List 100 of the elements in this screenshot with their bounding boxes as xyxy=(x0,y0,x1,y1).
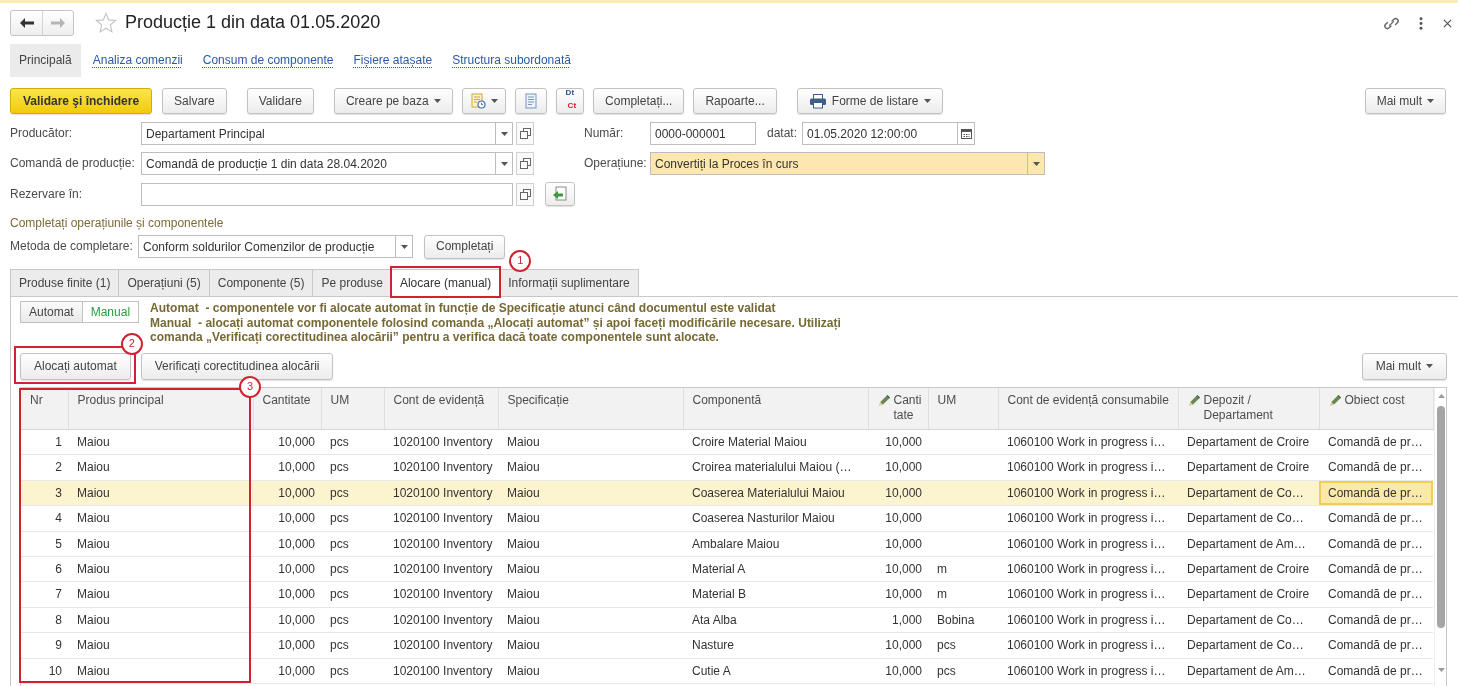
caret-icon xyxy=(1426,364,1433,368)
open-button[interactable] xyxy=(516,122,534,145)
table-cell: 1020100 Inventory xyxy=(384,658,498,684)
menu-button[interactable] xyxy=(461,88,506,114)
table-cell: pcs xyxy=(321,531,384,557)
dropdown-button[interactable] xyxy=(495,122,513,145)
tab[interactable]: Componente (5) xyxy=(208,269,314,297)
open-button[interactable] xyxy=(516,182,534,206)
more-button[interactable]: Mai mult xyxy=(1361,352,1447,380)
scroll-up-icon[interactable] xyxy=(1437,393,1445,398)
input-field[interactable] xyxy=(141,182,513,206)
column-header[interactable]: Cantitate xyxy=(253,387,321,430)
table-row[interactable]: 1 Maiou 10,000 pcs 1020100 Inventory Maiou Croire Material Maiou 10,000 1060100 Work in progress i… Departament de Croire Comandă de pr… xyxy=(21,429,1433,455)
column-header[interactable]: Depozit / Departament xyxy=(1178,387,1319,430)
table-row[interactable]: 8 Maiou 10,000 pcs 1020100 Inventory Maiou Ata Alba 1,000 Bobina 1060100 Work in progress i… Departament de Co… Comandă de pr… xyxy=(21,607,1433,633)
caret-icon xyxy=(500,161,508,166)
toggle-option[interactable]: Automat xyxy=(20,301,83,323)
table-cell: Maiou xyxy=(498,607,683,633)
table-row[interactable]: 10 Maiou 10,000 pcs 1020100 Inventory Maiou Cutie A 10,000 pcs 1060100 Work in progress i… Departament de Am… Comandă de pr… xyxy=(21,658,1433,684)
section-link[interactable]: Fișiere atașate xyxy=(353,44,433,77)
tab[interactable]: Pe produse xyxy=(312,269,392,297)
table-cell: 10,000 xyxy=(253,454,321,481)
table-row[interactable]: 7 Maiou 10,000 pcs 1020100 Inventory Maiou Material B 10,000 m 1060100 Work in progress i… Departament de Croire Comandă de pr… xyxy=(21,581,1433,608)
link-icon[interactable] xyxy=(1384,15,1399,31)
print-menu-button[interactable]: Forme de listare xyxy=(796,88,943,114)
column-header[interactable]: UM xyxy=(321,387,384,430)
column-header[interactable]: Cantitate xyxy=(868,387,928,430)
open-button[interactable] xyxy=(516,152,534,175)
printer-icon xyxy=(808,93,827,109)
table-cell: pcs xyxy=(321,607,384,633)
table-cell: Departament de Croire xyxy=(1178,454,1319,481)
toolbar-button[interactable]: Salvare xyxy=(162,88,227,114)
table-cell: 1060100 Work in progress i… xyxy=(998,454,1178,481)
hint-text: Manual - alocați automat componentele folosind comanda „Alocați automat” și apoi faceți modificările necesare. Utilizați comanda „Verificați corectitudinea alocării” pentru a verifica dacă toate componentele sunt alocate. xyxy=(150,315,842,345)
select-field[interactable]: Comandă de producție 1 din data 28.04.2020 xyxy=(141,152,495,175)
section-link[interactable]: Consum de componente xyxy=(202,44,334,77)
table-cell: 1060100 Work in progress i… xyxy=(998,658,1178,684)
section-link[interactable]: Analiza comenzii xyxy=(92,44,183,77)
table-cell: 10,000 xyxy=(868,454,928,481)
menu-button[interactable]: Creare pe baza xyxy=(333,88,453,114)
left-arrow-icon xyxy=(19,18,34,28)
calendar-button[interactable] xyxy=(957,122,975,145)
section-link[interactable]: Structura subordonată xyxy=(452,44,571,77)
table-row[interactable]: 6 Maiou 10,000 pcs 1020100 Inventory Maiou Material A 10,000 m 1060100 Work in progress i… Departament de Croire Comandă de pr… xyxy=(21,556,1433,582)
table-cell: Material B xyxy=(683,581,868,608)
column-header[interactable]: Nr xyxy=(21,387,68,430)
column-header[interactable]: Cont de evidență xyxy=(384,387,498,430)
toolbar-button[interactable]: Completați... xyxy=(593,88,685,114)
select-field[interactable]: Convertiți la Proces în curs xyxy=(650,152,1027,175)
more-icon[interactable] xyxy=(1419,16,1423,30)
table-cell: 4 xyxy=(21,505,68,532)
fill-button[interactable]: Completați xyxy=(424,234,506,259)
column-header[interactable]: Componentă xyxy=(683,387,868,430)
dropdown-button[interactable] xyxy=(1027,152,1045,175)
more-button[interactable]: Mai mult xyxy=(1364,88,1446,114)
table-row[interactable]: 2 Maiou 10,000 pcs 1020100 Inventory Maiou Croirea materialului Maiou (… 10,000 1060100 Work in progress i… Departament de Croire Comandă de pr… xyxy=(21,454,1433,481)
table-row[interactable]: 9 Maiou 10,000 pcs 1020100 Inventory Maiou Nasture 10,000 pcs 1060100 Work in progress i… Departament de Co… Comandă de pr… xyxy=(21,632,1433,658)
section-tab[interactable]: Principală xyxy=(10,44,81,77)
validate-close-button[interactable]: Validare şi închidere xyxy=(10,88,153,114)
date-field[interactable]: 01.05.2020 12:00:00 xyxy=(802,122,957,145)
table-cell: m xyxy=(928,581,998,608)
table-row[interactable]: 3 Maiou 10,000 pcs 1020100 Inventory Maiou Coaserea Materialului Maiou 10,000 1060100 Work in progress i… Departament de Co… Comandă de pr… xyxy=(21,480,1433,506)
table-cell: 1060100 Work in progress i… xyxy=(998,556,1178,582)
dropdown-button[interactable] xyxy=(495,152,513,175)
select-field[interactable]: Departament Principal xyxy=(141,122,495,145)
column-header[interactable]: Cont de evidență consumabile xyxy=(998,387,1178,430)
column-header[interactable]: Obiect cost xyxy=(1319,387,1433,430)
step-marker: 2 xyxy=(120,332,143,355)
dropdown-button[interactable] xyxy=(395,235,413,258)
star-icon[interactable] xyxy=(95,12,117,34)
select-field[interactable]: Conform soldurilor Comenzilor de producție xyxy=(138,235,395,258)
action-button[interactable]: Alocați automat xyxy=(20,352,131,380)
table-cell: pcs xyxy=(928,658,998,684)
caret-icon xyxy=(923,99,931,103)
table-cell: Departament de Co… xyxy=(1178,505,1319,532)
column-header[interactable]: Specificație xyxy=(498,387,683,430)
toolbar-button[interactable]: Validare xyxy=(246,88,314,114)
toolbar-button[interactable]: Rapoarte... xyxy=(693,88,777,114)
scrollbar-thumb[interactable] xyxy=(1437,405,1445,628)
tab[interactable]: Informații suplimentare xyxy=(499,269,639,297)
table-row[interactable]: 4 Maiou 10,000 pcs 1020100 Inventory Maiou Coaserea Nasturilor Maiou 10,000 1060100 Work in progress i… Departament de Co… Comandă de pr… xyxy=(21,505,1433,532)
column-header[interactable]: UM xyxy=(928,387,998,430)
tab[interactable]: Produse finite (1) xyxy=(10,269,120,297)
fill-button[interactable] xyxy=(545,182,575,206)
field-label: Operațiune: xyxy=(584,156,648,171)
table-cell: Maiou xyxy=(498,454,683,481)
toggle-option[interactable]: Manual xyxy=(82,301,140,323)
table-row[interactable]: 5 Maiou 10,000 pcs 1020100 Inventory Maiou Ambalare Maiou 10,000 1060100 Work in progress i… Departament de Am… Comandă de pr… xyxy=(21,531,1433,557)
action-button[interactable]: Verificați corectitudinea alocării xyxy=(140,352,334,380)
field-label: Producător: xyxy=(10,126,74,141)
table-cell: 1060100 Work in progress i… xyxy=(998,505,1178,532)
table-cell: Maiou xyxy=(68,531,253,557)
dt-ct-button[interactable]: Dt Ct xyxy=(555,88,585,114)
tab[interactable]: Operațiuni (5) xyxy=(118,269,210,297)
table-cell: 10,000 xyxy=(868,480,928,506)
close-icon[interactable] xyxy=(1443,18,1452,28)
table-cell: 10,000 xyxy=(253,531,321,557)
scroll-down-icon[interactable] xyxy=(1437,668,1445,672)
field-label: Număr: xyxy=(584,126,625,141)
input-field[interactable]: 0000-000001 xyxy=(650,122,756,145)
